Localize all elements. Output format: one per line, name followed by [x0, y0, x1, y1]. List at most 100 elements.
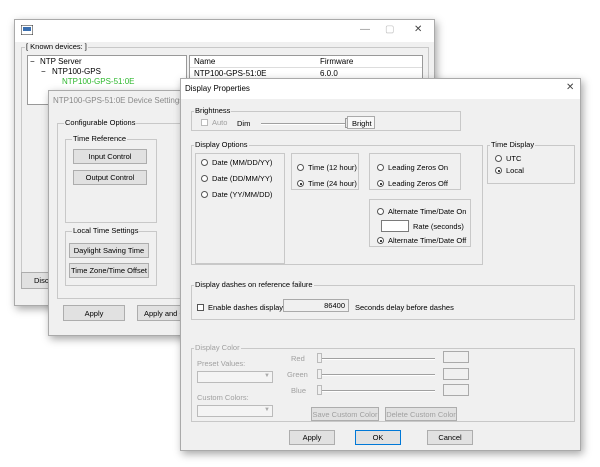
- tree-child[interactable]: NTP100-GPS: [52, 67, 101, 76]
- maximize-button[interactable]: ▢: [385, 24, 394, 35]
- rate-seconds-label: Rate (seconds): [413, 222, 464, 231]
- row-name[interactable]: NTP100-GPS-51:0E: [194, 69, 266, 78]
- output-control-button[interactable]: Output Control: [73, 170, 147, 185]
- green-slider[interactable]: [319, 374, 435, 376]
- time-24-label: Time (24 hour): [308, 179, 357, 188]
- brightness-label: Brightness: [194, 106, 232, 116]
- date-ddmmyy-label: Date (DD/MM/YY): [212, 174, 273, 183]
- leading-off-label: Leading Zeros Off: [388, 179, 448, 188]
- auto-label: Auto: [212, 118, 228, 127]
- time-zone-offset-button[interactable]: Time Zone/Time Offset: [69, 263, 149, 278]
- date-mmddyy-label: Date (MM/DD/YY): [212, 158, 273, 167]
- local-radio[interactable]: Local: [495, 166, 524, 175]
- auto-brightness-checkbox[interactable]: Auto: [201, 118, 227, 127]
- app-icon: [21, 25, 33, 35]
- green-label: Green: [287, 370, 308, 379]
- leading-off-dot: [377, 180, 384, 187]
- leading-zeros-off-radio[interactable]: Leading Zeros Off: [377, 179, 448, 188]
- utc-dot: [495, 155, 502, 162]
- brightness-slider[interactable]: [261, 123, 349, 125]
- tree-root[interactable]: NTP Server: [40, 57, 82, 66]
- minimize-button[interactable]: —: [360, 24, 370, 35]
- local-time-settings-label: Local Time Settings: [72, 226, 140, 236]
- blue-value-field[interactable]: [443, 384, 469, 396]
- time-24-radio[interactable]: Time (24 hour): [297, 179, 357, 188]
- tree-selected[interactable]: NTP100-GPS-51:0E: [62, 77, 134, 86]
- green-value-field[interactable]: [443, 368, 469, 380]
- blue-slider[interactable]: [319, 390, 435, 392]
- time-12-dot: [297, 164, 304, 171]
- time-12-radio[interactable]: Time (12 hour): [297, 163, 357, 172]
- date-yymmdd-radio[interactable]: Date (YY/MM/DD): [201, 190, 272, 199]
- red-label: Red: [291, 354, 305, 363]
- known-devices-label: [ Known devices: ]: [25, 42, 88, 52]
- chevron-down-icon: ▼: [264, 373, 270, 379]
- rate-seconds-input[interactable]: [381, 220, 409, 232]
- device-settings-window: NTP100-GPS-51:0E Device Settings Configu…: [48, 90, 199, 336]
- blue-label: Blue: [291, 386, 307, 395]
- display-color-label: Display Color: [194, 343, 241, 353]
- alternate-off-dot: [377, 237, 384, 244]
- custom-colors-label: Custom Colors:: [197, 393, 249, 402]
- time-reference-label: Time Reference: [72, 134, 128, 144]
- time-24-dot: [297, 180, 304, 187]
- display-options-label: Display Options: [194, 140, 249, 150]
- device-apply-button[interactable]: Apply: [63, 305, 125, 321]
- utc-label: UTC: [506, 154, 522, 163]
- configurable-options-label: Configurable Options: [64, 118, 137, 128]
- auto-checkbox-box: [201, 119, 208, 126]
- cancel-button[interactable]: Cancel: [427, 430, 473, 445]
- red-value-field[interactable]: [443, 351, 469, 363]
- display-titlebar: Display Properties ✕: [181, 79, 580, 99]
- tree-expand-child[interactable]: −: [41, 67, 46, 76]
- alternate-on-radio[interactable]: Alternate Time/Date On: [377, 207, 466, 216]
- daylight-saving-button[interactable]: Daylight Saving Time: [69, 243, 149, 258]
- device-settings-title: NTP100-GPS-51:0E Device Settings: [53, 96, 184, 105]
- apply-button[interactable]: Apply: [289, 430, 335, 445]
- row-firmware[interactable]: 6.0.0: [320, 69, 338, 78]
- date-mmddyy-radio[interactable]: Date (MM/DD/YY): [201, 158, 272, 167]
- date-ddmmyy-radio[interactable]: Date (DD/MM/YY): [201, 174, 272, 183]
- blue-slider-thumb[interactable]: [317, 385, 322, 395]
- dashes-delay-input[interactable]: 86400: [283, 299, 349, 312]
- save-custom-color-button[interactable]: Save Custom Color: [311, 407, 379, 421]
- tree-expand-root[interactable]: −: [30, 57, 35, 66]
- dashes-label: Display dashes on reference failure: [194, 280, 314, 290]
- green-slider-thumb[interactable]: [317, 369, 322, 379]
- leading-on-label: Leading Zeros On: [388, 163, 449, 172]
- alternate-off-radio[interactable]: Alternate Time/Date Off: [377, 236, 466, 245]
- custom-colors-select[interactable]: ▼: [197, 405, 273, 417]
- alternate-on-label: Alternate Time/Date On: [388, 207, 467, 216]
- brightness-group: Brightness: [191, 106, 461, 131]
- enable-dashes-box: [197, 304, 204, 311]
- local-dot: [495, 167, 502, 174]
- preset-values-label: Preset Values:: [197, 359, 246, 368]
- alternate-on-dot: [377, 208, 384, 215]
- leading-on-dot: [377, 164, 384, 171]
- delete-custom-color-button[interactable]: Delete Custom Color: [385, 407, 457, 421]
- main-close-button[interactable]: ✕: [414, 24, 422, 35]
- ok-button[interactable]: OK: [355, 430, 401, 445]
- utc-radio[interactable]: UTC: [495, 154, 521, 163]
- date-ddmmyy-dot: [201, 175, 208, 182]
- chevron-down-icon: ▼: [264, 407, 270, 413]
- red-slider[interactable]: [319, 358, 435, 360]
- time-display-label: Time Display: [490, 140, 536, 150]
- display-close-button[interactable]: ✕: [566, 82, 574, 93]
- local-label: Local: [506, 166, 524, 175]
- preset-values-select[interactable]: ▼: [197, 371, 273, 383]
- table-header-line: [190, 67, 422, 68]
- dim-label: Dim: [237, 119, 251, 128]
- alternate-off-label: Alternate Time/Date Off: [388, 236, 467, 245]
- display-title: Display Properties: [185, 84, 250, 93]
- input-control-button[interactable]: Input Control: [73, 149, 147, 164]
- enable-dashes-checkbox[interactable]: Enable dashes display: [197, 303, 283, 312]
- main-titlebar: — ▢ ✕: [15, 20, 434, 42]
- red-slider-thumb[interactable]: [317, 353, 322, 363]
- display-properties-dialog: Display Properties ✕ Brightness Auto Dim…: [180, 78, 581, 451]
- col-name-header[interactable]: Name: [194, 57, 215, 66]
- col-firmware-header[interactable]: Firmware: [320, 57, 353, 66]
- leading-zeros-on-radio[interactable]: Leading Zeros On: [377, 163, 448, 172]
- dashes-delay-value: 86400: [324, 301, 345, 310]
- time-12-label: Time (12 hour): [308, 163, 357, 172]
